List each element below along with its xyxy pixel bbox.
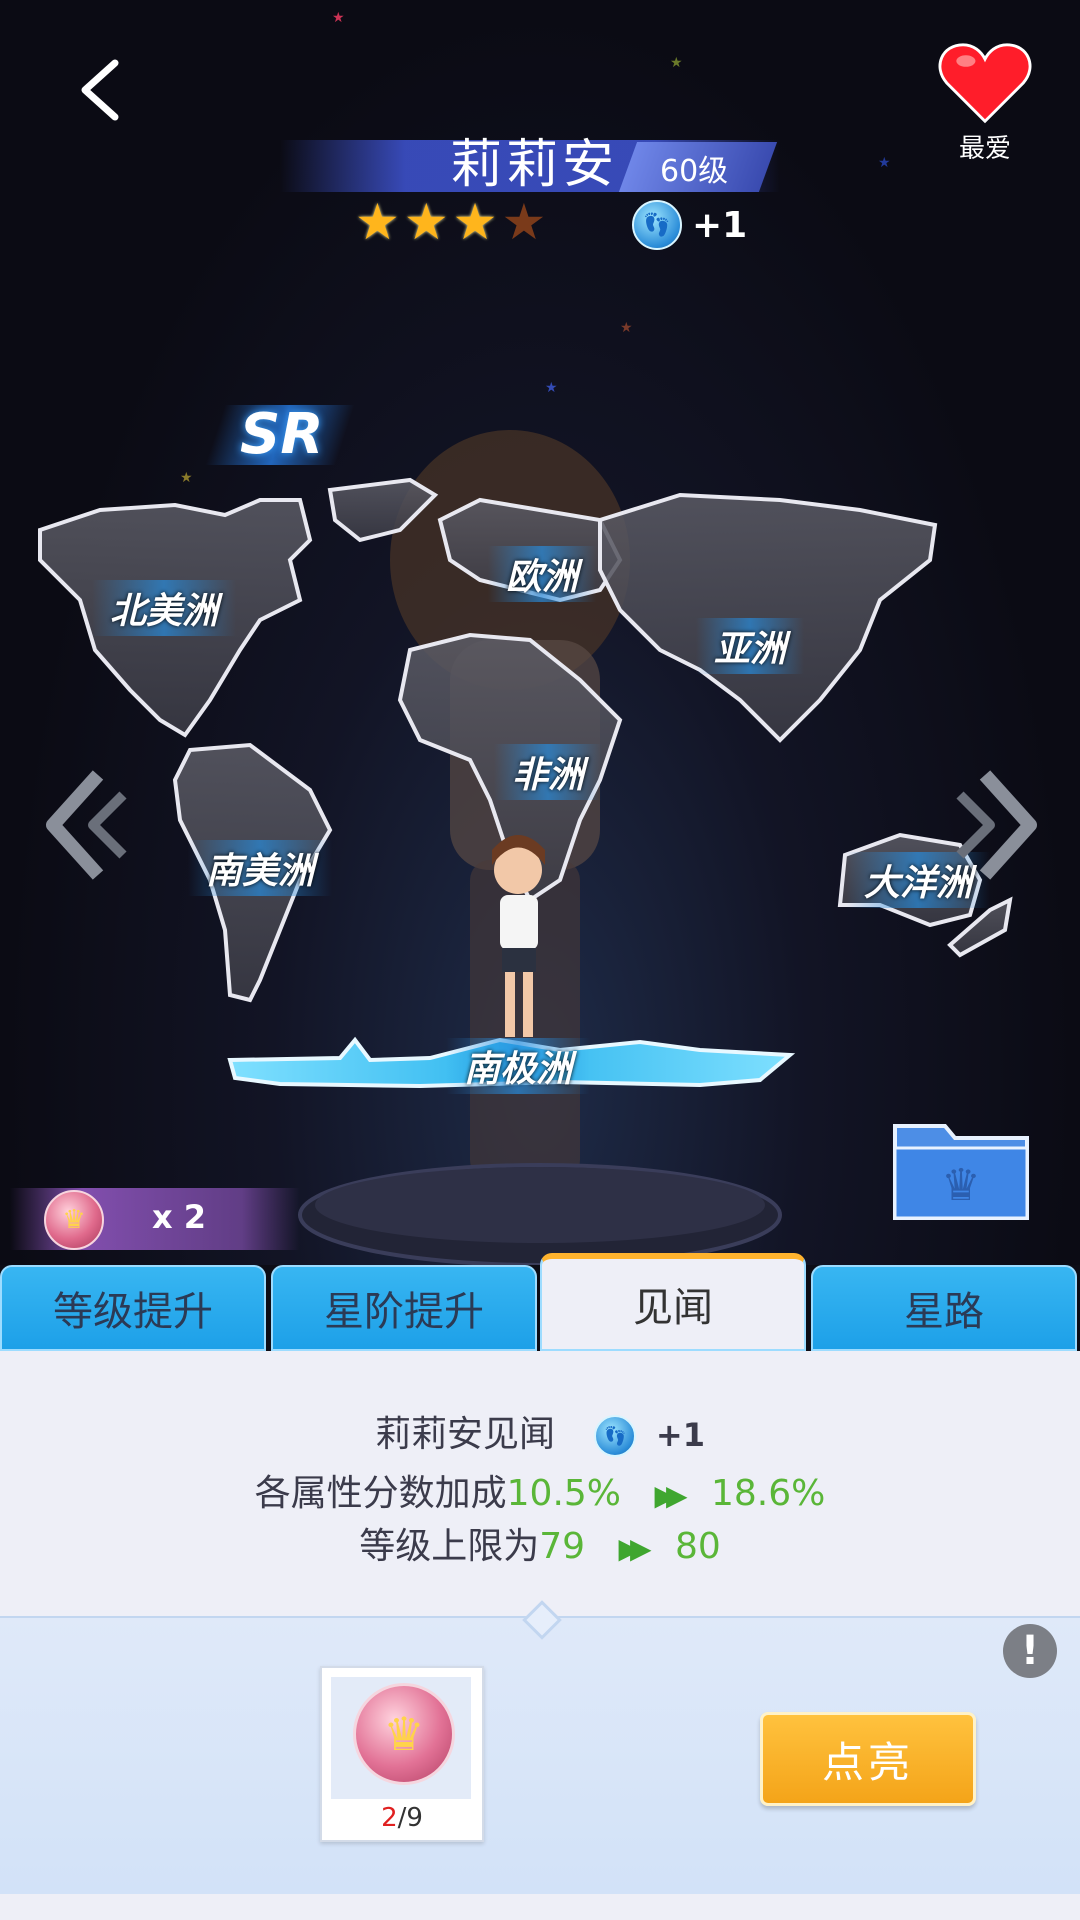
experience-info-panel: 莉莉安见闻 👣 +1 各属性分数加成10.5% ▶▶ 18.6% 等级上限为79…: [0, 1351, 1080, 1616]
continent-north-america[interactable]: 北美洲: [92, 580, 237, 636]
star-empty-icon: ★: [501, 193, 547, 251]
experience-title-line: 莉莉安见闻 👣 +1: [0, 1405, 1080, 1457]
medal-count: x 2: [152, 1198, 207, 1236]
item-have: 2: [381, 1803, 398, 1833]
collection-folder-button[interactable]: ♛: [887, 1118, 1035, 1226]
attribute-bonus-line: 各属性分数加成10.5% ▶▶ 18.6%: [0, 1464, 1080, 1516]
heart-icon: [938, 43, 1032, 124]
attribute-bonus-from: 10.5%: [506, 1473, 622, 1514]
tab-star-up[interactable]: 星阶提升: [271, 1265, 537, 1351]
tab-star-road[interactable]: 星路: [811, 1265, 1077, 1351]
pedestal-top: [315, 1167, 765, 1243]
tab-bar: 等级提升 星阶提升 见闻 星路: [0, 1253, 1080, 1351]
continent-asia[interactable]: 亚洲: [696, 618, 805, 674]
level-cap-label: 等级上限为: [359, 1526, 540, 1567]
star-icon: ★: [403, 193, 449, 251]
back-button[interactable]: [70, 55, 140, 125]
experience-bonus: +1: [655, 1416, 705, 1454]
attribute-bonus-label: 各属性分数加成: [254, 1473, 507, 1514]
continent-europe[interactable]: 欧洲: [488, 546, 597, 602]
footprint-icon: 👣: [594, 1415, 637, 1457]
continent-south-america[interactable]: 南美洲: [188, 840, 333, 896]
continent-africa[interactable]: 非洲: [494, 744, 603, 800]
character-level: 60级: [660, 154, 729, 189]
level-cap-line: 等级上限为79 ▶▶ 80: [0, 1517, 1080, 1569]
continent-antarctica[interactable]: 南极洲: [446, 1038, 591, 1094]
star-rating: ★ ★ ★ ★: [355, 196, 546, 248]
footprint-icon: 👣: [632, 200, 682, 250]
tab-experience[interactable]: 见闻: [540, 1253, 806, 1351]
character-shorts: [502, 948, 536, 972]
experience-title: 莉莉安见闻: [375, 1414, 556, 1455]
crown-medal-icon: ♛: [44, 1190, 104, 1250]
item-slot: ♛: [331, 1677, 471, 1799]
rarity-badge: SR: [240, 402, 324, 467]
level-cap-from: 79: [539, 1526, 586, 1567]
footprint-bonus: 👣 +1: [632, 200, 747, 250]
favorite-button[interactable]: 最爱: [930, 40, 1040, 165]
next-arrow-icon[interactable]: [955, 765, 1045, 885]
item-need: /9: [397, 1803, 423, 1833]
fast-forward-icon: ▶▶: [618, 1532, 651, 1565]
chevron-left-icon: [81, 59, 119, 121]
previous-arrow-icon[interactable]: [38, 765, 128, 885]
footprint-bonus-value: +1: [692, 204, 748, 246]
crown-medal-icon: ♛: [353, 1683, 455, 1785]
character-shirt: [500, 895, 538, 950]
level-cap-to: 80: [675, 1526, 721, 1567]
tab-level-up[interactable]: 等级提升: [0, 1265, 266, 1351]
required-item-card[interactable]: ♛ 2/9: [320, 1666, 484, 1842]
star-icon: ★: [452, 193, 498, 251]
character-name: 莉莉安: [450, 135, 619, 195]
attribute-bonus-to: 18.6%: [711, 1473, 826, 1514]
favorite-label: 最爱: [958, 134, 1011, 164]
fast-forward-icon: ▶▶: [654, 1479, 687, 1512]
character-leg-right: [523, 972, 533, 1037]
help-info-icon[interactable]: !: [1003, 1624, 1057, 1678]
crown-icon: ♛: [941, 1160, 980, 1211]
star-icon: ★: [355, 193, 400, 251]
character-showcase: ★ ★ ★ ★ ★ ★ 最爱 莉莉安 60级 ★ ★ ★ ★ 👣 +1 SR 北…: [0, 0, 1080, 1265]
item-count: 2/9: [322, 1803, 482, 1833]
character-leg-left: [505, 972, 515, 1037]
light-up-button[interactable]: 点亮: [760, 1712, 976, 1806]
bottom-strip: [0, 1894, 1080, 1920]
